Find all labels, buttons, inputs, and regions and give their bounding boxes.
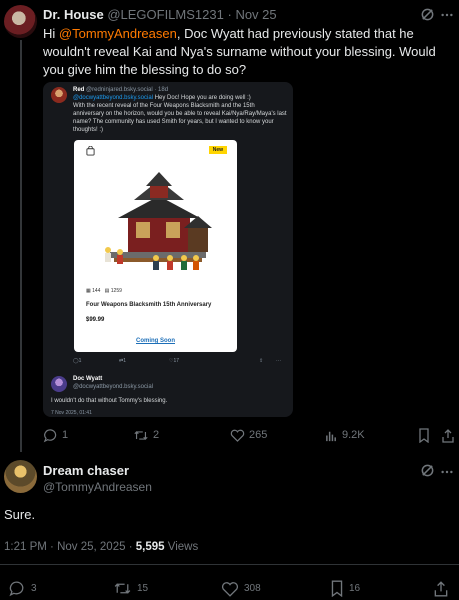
bookmark-count: 16 <box>349 582 361 594</box>
bookmark-icon <box>418 427 430 443</box>
reply-button[interactable]: 3 <box>8 580 37 596</box>
doc-wyatt-avatar <box>51 376 67 392</box>
parent-tweet-text: Hi @TommyAndreasen, Doc Wyatt had previo… <box>43 25 455 79</box>
second-handle: @docwyattbeyond.bsky.social <box>73 384 154 390</box>
avatar-dream-chaser[interactable] <box>4 460 37 493</box>
more-dots-icon[interactable] <box>440 465 454 479</box>
parent-tweet-header: Dr. House @LEGOFILMS1231 · Nov 25 <box>43 7 277 22</box>
share-button[interactable] <box>441 426 455 444</box>
reply-mention: @docwyattbeyond.bsky.social <box>73 95 154 101</box>
author-handle[interactable]: @LEGOFILMS1231 <box>107 7 224 22</box>
mini-replies-count: 1 <box>78 358 82 364</box>
tweet-time[interactable]: 1:21 PM <box>4 541 47 553</box>
repost-icon <box>113 580 132 597</box>
reply-avatar <box>51 87 67 103</box>
text-before: Hi <box>43 26 59 41</box>
main-author-handle[interactable]: @TommyAndreasen <box>43 480 152 494</box>
avatar-dr-house[interactable] <box>4 5 37 38</box>
repost-count: 2 <box>153 429 160 441</box>
like-icon <box>221 580 239 597</box>
like-button[interactable]: 265 <box>230 426 267 444</box>
second-reply-date: 7 Nov 2025, 01:41 <box>51 410 92 416</box>
share-button[interactable] <box>433 580 449 597</box>
more-dots-icon[interactable] <box>440 8 454 22</box>
reply-button[interactable]: 1 <box>43 426 68 444</box>
second-author: Doc Wyatt <box>73 376 103 382</box>
thread-line <box>20 40 22 452</box>
product-price: $99.99 <box>86 317 105 323</box>
views-button[interactable]: 9.2K <box>325 426 365 444</box>
like-button[interactable]: 308 <box>221 580 261 597</box>
attached-screenshot[interactable]: Red @redninjared.bsky.social · 18d @docw… <box>43 82 293 417</box>
grok-icon[interactable] <box>420 463 435 478</box>
reply-count: 3 <box>31 582 37 594</box>
lego-set-image <box>105 172 212 270</box>
bookmark-button[interactable]: 16 <box>330 579 361 597</box>
pieces-count: 144 <box>92 288 101 294</box>
reply-author: Red <box>73 87 85 93</box>
set-number: 1259 <box>110 288 122 294</box>
repost-button[interactable]: 15 <box>113 580 148 596</box>
bookmark-icon <box>330 579 344 597</box>
repost-count: 15 <box>137 582 149 594</box>
shopping-bag-icon <box>86 146 95 156</box>
screenshot-actions: ◯ 1 ⇄ 1 ♡ 17 ⇪ ··· <box>73 358 287 368</box>
separator: · <box>227 7 232 22</box>
reply-icon <box>8 580 26 597</box>
second-reply-header: Doc Wyatt @docwyattbeyond.bsky.social <box>73 375 153 391</box>
divider <box>0 564 459 565</box>
grok-icon[interactable] <box>420 7 435 22</box>
mini-more-icon: ··· <box>276 358 281 364</box>
mini-share-icon: ⇪ <box>259 358 264 364</box>
share-icon <box>433 580 449 597</box>
product-card: New ▦ 144 ▤ 1259 Four Weapons Blacksmith… <box>74 140 237 352</box>
repost-button[interactable]: 2 <box>133 426 159 444</box>
views-label: Views <box>167 541 199 553</box>
reply-body-head: Hey Doc! Hope you are doing well :) <box>154 95 251 101</box>
set-number-icon: ▤ <box>104 288 110 294</box>
mini-reposts-count: 1 <box>123 358 126 364</box>
main-author-name[interactable]: Dream chaser <box>43 463 129 478</box>
views-count: 9.2K <box>342 429 365 441</box>
tweet-date[interactable]: Nov 25, 2025 <box>57 541 125 553</box>
mini-replies: ◯ 1 <box>73 358 82 364</box>
pieces-icon: ▦ <box>86 288 91 294</box>
views-count: 5,595 <box>135 541 165 553</box>
tweet-date[interactable]: Nov 25 <box>235 7 276 22</box>
main-tweet-text: Sure. <box>4 507 36 522</box>
screenshot-reply-text: Red @redninjared.bsky.social · 18d @docw… <box>73 86 287 134</box>
coming-soon-link: Coming Soon <box>136 338 175 344</box>
repost-icon <box>133 428 149 443</box>
reply-count: 1 <box>62 429 69 441</box>
mention-link[interactable]: @TommyAndreasen <box>59 26 177 41</box>
new-badge: New <box>208 146 227 154</box>
views-icon <box>325 429 338 442</box>
separator: · <box>128 541 133 553</box>
reply-body: With the recent reveal of the Four Weapo… <box>73 103 287 133</box>
like-icon <box>230 428 245 442</box>
author-name[interactable]: Dr. House <box>43 7 104 22</box>
like-count: 308 <box>244 582 261 594</box>
product-title: Four Weapons Blacksmith 15th Anniversary <box>86 302 212 308</box>
mini-likes-count: 17 <box>173 358 180 364</box>
mini-reposts: ⇄ 1 <box>119 358 126 364</box>
like-count: 265 <box>249 429 268 441</box>
separator: · <box>50 541 54 553</box>
product-meta: ▦ 144 ▤ 1259 <box>86 288 122 294</box>
share-icon <box>441 428 455 443</box>
mini-likes: ♡ 17 <box>169 358 180 364</box>
reply-handle: @redninjared.bsky.social · 18d <box>86 87 169 93</box>
second-reply-text: I wouldn't do that without Tommy's bless… <box>51 398 168 404</box>
main-tweet-meta: 1:21 PM · Nov 25, 2025 · 5,595 Views <box>4 541 198 553</box>
bookmark-button[interactable] <box>418 426 430 444</box>
reply-icon <box>43 428 58 443</box>
